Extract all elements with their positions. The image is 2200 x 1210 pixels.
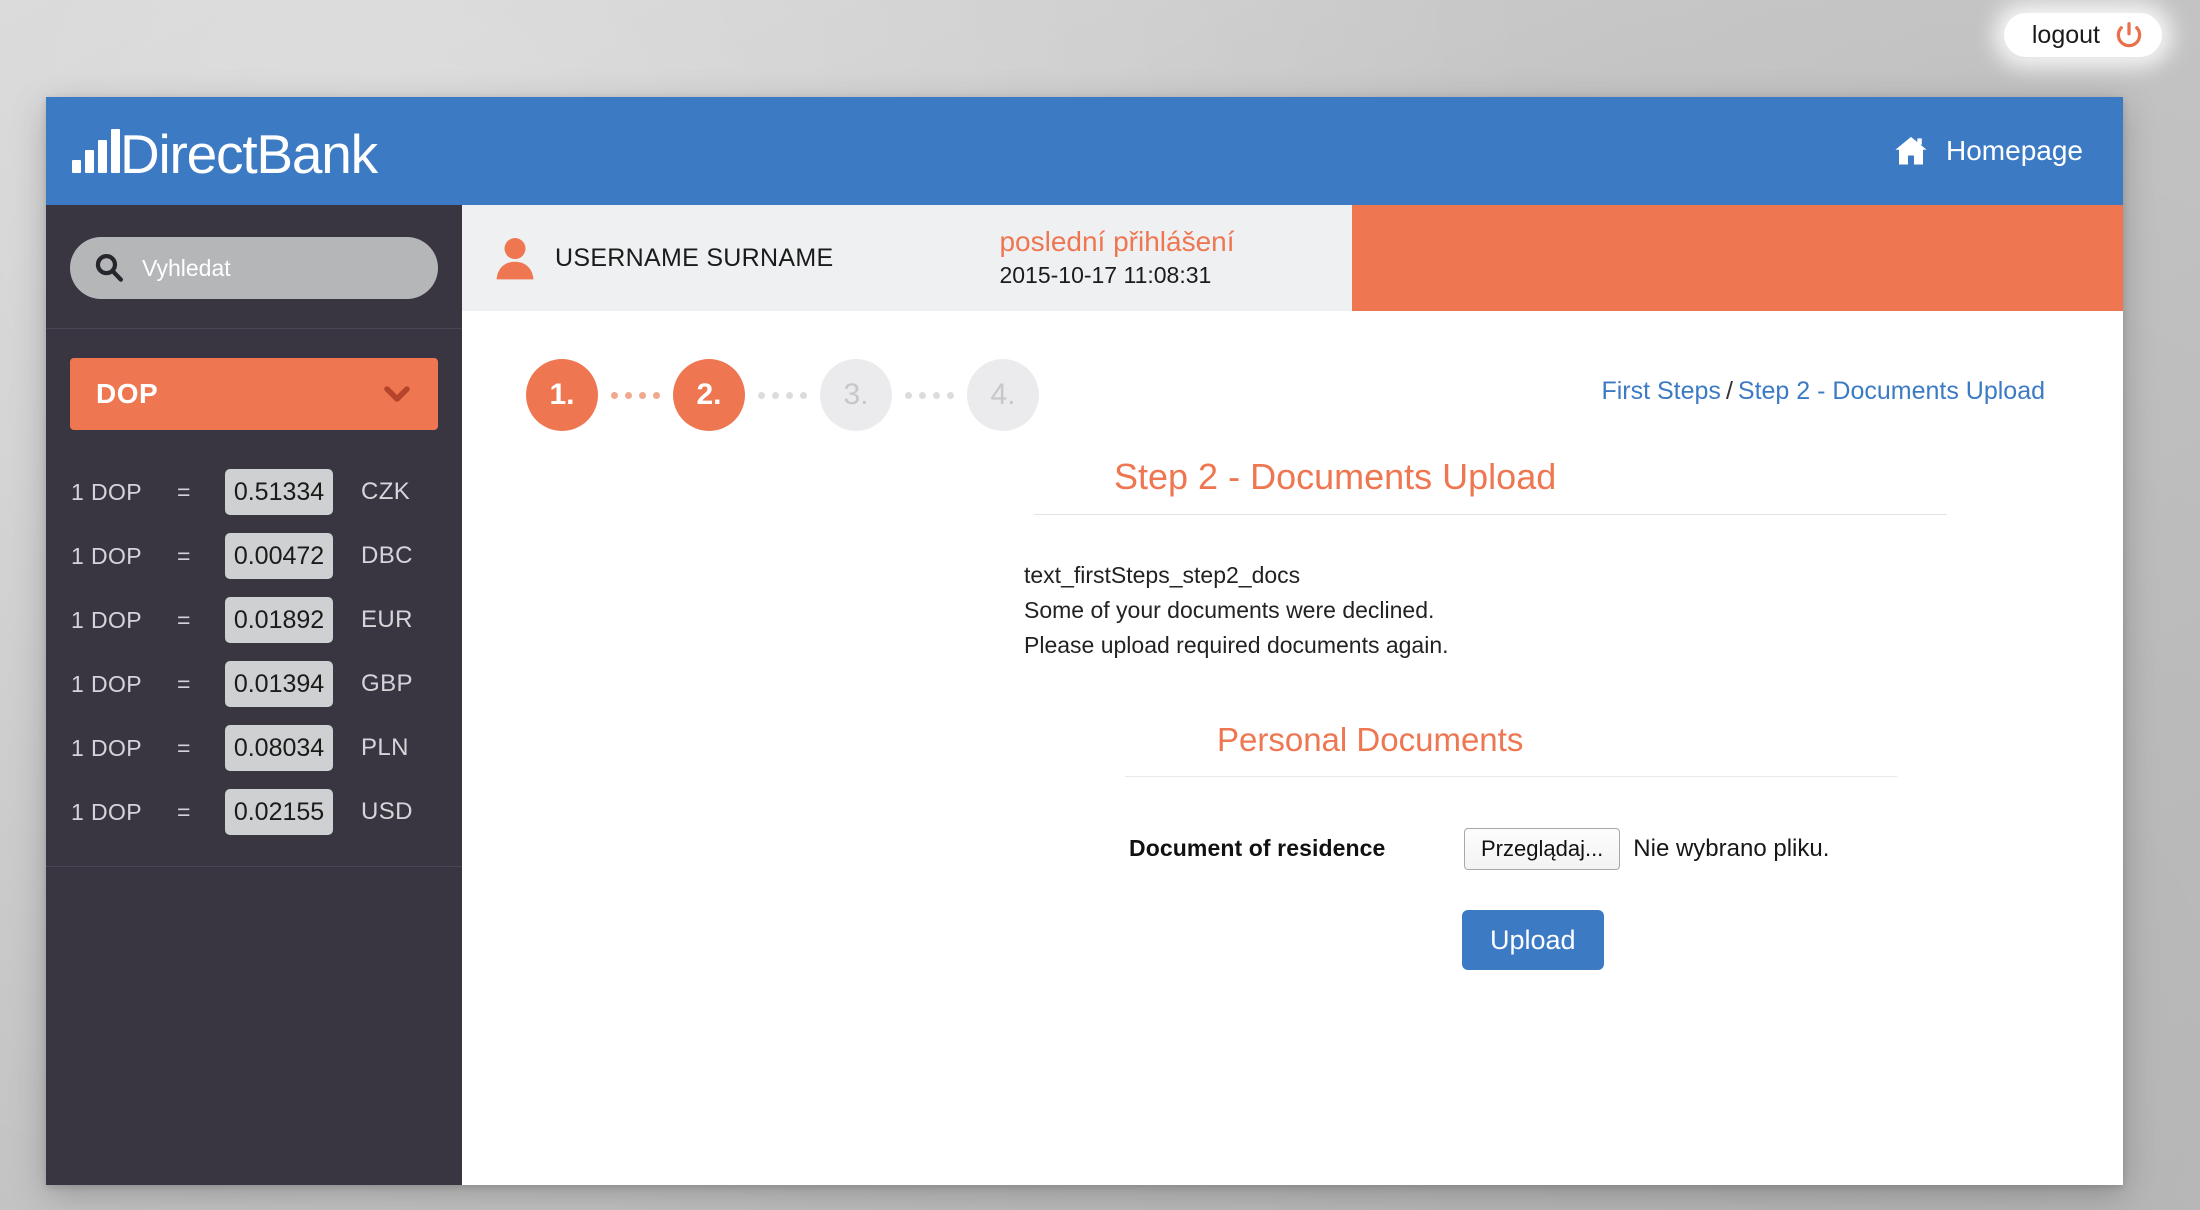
page-title: Step 2 - Documents Upload: [1114, 456, 1557, 497]
app-window: DirectBank Homepage Vyhledat DOP 1 DOP =…: [46, 97, 2123, 1185]
steps-area: 1. 2. 3. 4. First Steps / Step 2 - Documen…: [462, 311, 2123, 431]
rate-equals: =: [177, 478, 191, 505]
exchange-rate-list: 1 DOP = CZK 1 DOP = DBC 1 DOP = EUR: [46, 430, 462, 844]
intro-line-2: Some of your documents were declined.: [1024, 596, 1435, 623]
user-bar: USERNAME SURNAME poslední přihlášení 201…: [462, 205, 2123, 311]
rate-from: 1 DOP: [71, 734, 143, 761]
upload-button[interactable]: Upload: [1462, 909, 1604, 971]
user-bar-accent: [1352, 205, 2123, 311]
brand-header: DirectBank Homepage: [46, 97, 2123, 205]
intro-line-1: text_firstSteps_step2_docs: [1024, 561, 1301, 588]
chevron-down-icon: [382, 384, 412, 404]
intro-line-3: Please upload required documents again.: [1024, 631, 1449, 658]
rate-row: 1 DOP = PLN: [46, 716, 462, 780]
main-area: USERNAME SURNAME poslední přihlášení 201…: [462, 205, 2123, 1185]
search-input[interactable]: [142, 254, 416, 282]
page-title-rule: [1034, 513, 1947, 515]
rate-value-input[interactable]: [225, 533, 333, 579]
sidebar-divider-bottom: [46, 866, 462, 867]
rate-from: 1 DOP: [71, 606, 143, 633]
step-connector-3: [905, 391, 954, 399]
user-bar-left: USERNAME SURNAME poslední přihlášení 201…: [462, 205, 1352, 311]
personal-documents-section: Personal Documents Document of residence…: [462, 721, 2123, 971]
home-icon: [1892, 133, 1930, 169]
step-connector-2: [758, 391, 807, 399]
brand-logo[interactable]: DirectBank: [72, 122, 378, 185]
rate-from: 1 DOP: [71, 670, 143, 697]
sidebar: DOP 1 DOP = CZK 1 DOP =: [46, 205, 462, 1185]
rate-value-input[interactable]: [225, 661, 333, 707]
rate-equals: =: [177, 734, 191, 761]
rate-value-input[interactable]: [225, 789, 333, 835]
homepage-link[interactable]: Homepage: [1892, 133, 2083, 169]
section-rule: [1125, 775, 1897, 777]
user-avatar-icon: [494, 236, 536, 280]
logout-area: logout: [2003, 13, 2162, 57]
brand-name: DirectBank: [120, 122, 378, 185]
rate-currency: GBP: [361, 670, 413, 697]
section-title: Personal Documents: [1217, 721, 1524, 759]
rate-currency: USD: [361, 798, 413, 825]
step-connector-1: [611, 391, 660, 399]
rate-from: 1 DOP: [71, 542, 143, 569]
last-login-date: 2015-10-17 11:08:31: [999, 262, 1212, 289]
field-label: Document of residence: [1129, 835, 1386, 862]
currency-select-value: DOP: [96, 378, 159, 409]
rate-currency: EUR: [361, 606, 413, 633]
page-title-area: Step 2 - Documents Upload: [462, 457, 2123, 497]
rate-equals: =: [177, 798, 191, 825]
file-status-label: Nie wybrano pliku.: [1633, 834, 1830, 862]
rate-value-input[interactable]: [225, 597, 333, 643]
breadcrumb-current-link[interactable]: Step 2 - Documents Upload: [1738, 377, 2045, 405]
search-icon: [92, 251, 126, 285]
step-2[interactable]: 2.: [673, 359, 745, 431]
last-login-title: poslední přihlášení: [999, 226, 1235, 258]
bar-chart-logo-icon: [72, 128, 120, 173]
rate-from: 1 DOP: [71, 798, 143, 825]
rate-row: 1 DOP = USD: [46, 780, 462, 844]
currency-select[interactable]: DOP: [70, 358, 438, 430]
step-indicator: 1. 2. 3. 4.: [526, 359, 1039, 431]
rate-row: 1 DOP = DBC: [46, 524, 462, 588]
rate-row: 1 DOP = CZK: [46, 460, 462, 524]
logout-label: logout: [2031, 20, 2100, 49]
window-body: DOP 1 DOP = CZK 1 DOP =: [46, 205, 2123, 1185]
step-3[interactable]: 3.: [820, 359, 892, 431]
username-label: USERNAME SURNAME: [555, 243, 834, 272]
logout-button[interactable]: logout: [2003, 13, 2162, 57]
intro-text: text_firstSteps_step2_docs Some of your …: [1024, 558, 2123, 663]
rate-row: 1 DOP = GBP: [46, 652, 462, 716]
rate-currency: CZK: [361, 478, 411, 505]
step-4[interactable]: 4.: [967, 359, 1039, 431]
rate-currency: DBC: [361, 542, 413, 569]
file-input-control[interactable]: Przeglądaj... Nie wybrano pliku.: [1464, 827, 1830, 870]
page-content: 1. 2. 3. 4. First Steps / Step 2 - Documen…: [462, 311, 2123, 1185]
currency-panel: DOP: [46, 329, 462, 430]
sidebar-search-area: [46, 205, 462, 299]
rate-row: 1 DOP = EUR: [46, 588, 462, 652]
rate-equals: =: [177, 606, 191, 633]
rate-from: 1 DOP: [71, 478, 143, 505]
breadcrumb: First Steps / Step 2 - Documents Upload: [1601, 377, 2045, 406]
rate-equals: =: [177, 542, 191, 569]
rate-equals: =: [177, 670, 191, 697]
breadcrumb-root-link[interactable]: First Steps: [1601, 377, 1720, 405]
document-of-residence-row: Document of residence Przeglądaj... Nie …: [462, 827, 2123, 870]
last-login-block: poslední přihlášení 2015-10-17 11:08:31: [999, 227, 1234, 288]
rate-value-input[interactable]: [225, 725, 333, 771]
upload-row: Upload: [462, 909, 2123, 971]
search-box[interactable]: [70, 237, 438, 299]
browse-file-button[interactable]: Przeglądaj...: [1464, 827, 1621, 870]
rate-value-input[interactable]: [225, 469, 333, 515]
rate-currency: PLN: [361, 734, 409, 761]
step-1[interactable]: 1.: [526, 359, 598, 431]
power-icon: [2114, 20, 2144, 50]
homepage-label: Homepage: [1946, 135, 2083, 166]
breadcrumb-separator: /: [1725, 377, 1733, 405]
